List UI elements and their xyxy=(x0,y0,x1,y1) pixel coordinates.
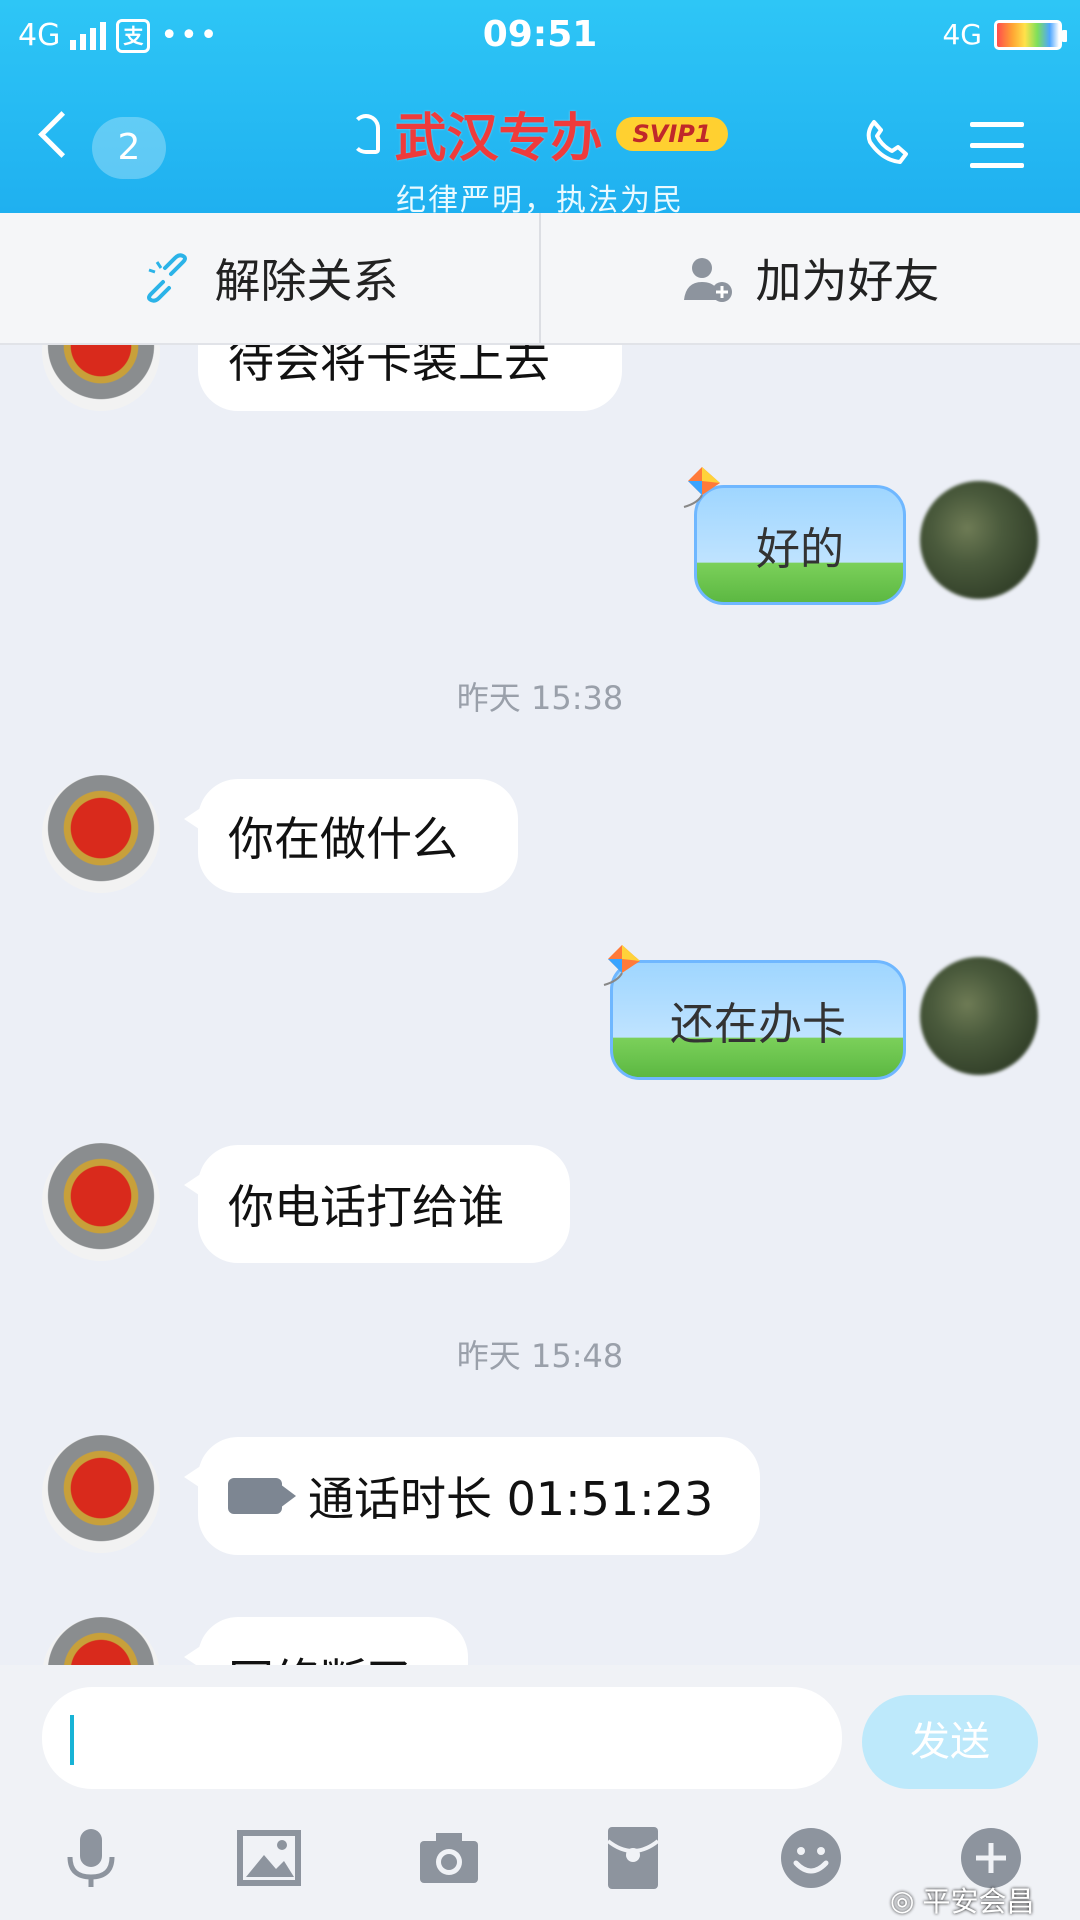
red-packet-icon[interactable] xyxy=(600,1825,666,1891)
kite-bubble-decoration-icon xyxy=(683,467,720,508)
message-bubble-sent[interactable]: 还在办卡 xyxy=(610,960,906,1080)
timestamp: 昨天 15:48 xyxy=(456,1337,624,1375)
wechat-watermark: ◎ 平安会昌 xyxy=(890,1880,1034,1920)
status-time: 09:51 xyxy=(482,14,598,55)
message-text: 待会将卡装上去 xyxy=(228,345,550,388)
contact-avatar[interactable] xyxy=(42,1143,160,1261)
wechat-icon: ◎ xyxy=(890,1883,915,1917)
contact-avatar[interactable] xyxy=(42,1435,160,1553)
message-bubble-sent[interactable]: 好的 xyxy=(694,485,906,605)
message-bubble-received[interactable]: 你在做什么 xyxy=(184,779,518,893)
image-icon[interactable] xyxy=(236,1825,302,1891)
contact-name: 武汉专办 xyxy=(394,109,603,169)
send-button[interactable]: 发送 xyxy=(862,1695,1038,1789)
text-caret xyxy=(70,1715,74,1765)
message-text: 还在办卡 xyxy=(670,999,846,1050)
relation-action-bar: 解除关系 加为好友 xyxy=(0,213,1080,345)
message-list[interactable]: 待会将卡装上去 好的 昨天 15:38 你在做什么 还在办卡 你电话打给谁 昨天… xyxy=(0,345,1080,1665)
message-text: 好的 xyxy=(756,524,844,575)
add-friend-icon xyxy=(683,258,732,302)
battery-icon xyxy=(994,19,1067,50)
microphone-icon[interactable] xyxy=(58,1825,124,1891)
my-avatar[interactable] xyxy=(920,481,1038,599)
unlink-relation-button[interactable]: 解除关系 xyxy=(0,213,539,343)
contact-avatar[interactable] xyxy=(42,345,160,411)
timestamp: 昨天 15:38 xyxy=(456,679,624,717)
svip-badge: SVIP1 xyxy=(616,116,728,151)
message-bubble-received[interactable]: 你电话打给谁 xyxy=(184,1145,570,1263)
message-input[interactable] xyxy=(42,1687,842,1789)
message-text: 网络断了 xyxy=(228,1645,412,1665)
message-text: 通话时长 01:51:23 xyxy=(308,1472,714,1526)
watermark-text: 平安会昌 xyxy=(922,1885,1035,1918)
kite-bubble-decoration-icon xyxy=(603,945,640,986)
earpiece-mode-icon xyxy=(352,113,381,154)
chat-title-area[interactable]: 武汉专办 SVIP1 纪律严明，执法为民 xyxy=(0,96,1080,219)
network-type-right: 4G xyxy=(942,18,982,51)
unlink-label: 解除关系 xyxy=(214,254,399,308)
emoji-icon[interactable] xyxy=(778,1825,844,1891)
contact-avatar[interactable] xyxy=(42,775,160,893)
message-bubble-received[interactable]: 网络断了 xyxy=(184,1617,468,1665)
message-text: 你电话打给谁 xyxy=(228,1180,504,1234)
message-text: 你在做什么 xyxy=(228,812,458,866)
add-friend-label: 加为好友 xyxy=(755,254,940,308)
add-friend-button[interactable]: 加为好友 xyxy=(539,213,1080,343)
video-call-icon xyxy=(228,1478,296,1514)
camera-icon[interactable] xyxy=(416,1825,482,1891)
call-record-bubble[interactable]: 通话时长 01:51:23 xyxy=(184,1437,760,1555)
contact-avatar[interactable] xyxy=(42,1617,160,1665)
message-bubble-received[interactable]: 待会将卡装上去 xyxy=(198,345,622,411)
status-bar: 4G 支 ••• 09:51 4G xyxy=(0,0,1080,78)
phone-call-icon[interactable] xyxy=(862,118,910,166)
my-avatar[interactable] xyxy=(920,957,1038,1075)
unlink-icon xyxy=(146,253,187,303)
chat-header: 4G 支 ••• 09:51 4G 2 武汉专办 SVIP1 纪律严明，执法为民 xyxy=(0,0,1080,218)
menu-icon[interactable] xyxy=(970,122,1024,168)
